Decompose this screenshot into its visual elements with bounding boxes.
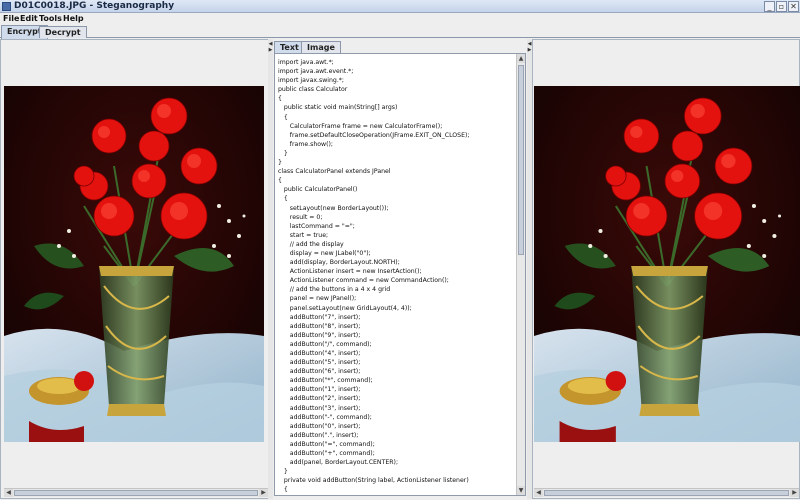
message-text-area[interactable]: import java.awt.*; import java.awt.event.… (274, 53, 526, 496)
code-line: private void addButton(String label, Act… (278, 477, 469, 485)
code-line: panel = new JPanel(); (278, 295, 357, 303)
text-vertical-scrollbar[interactable]: ▲ ▼ (516, 54, 525, 495)
code-line: addButton("=", command); (278, 440, 375, 448)
code-line: addButton(".", insert); (278, 431, 359, 439)
message-code-text[interactable]: import java.awt.*; import java.awt.event.… (278, 58, 516, 496)
menu-tools[interactable]: Tools (39, 13, 62, 25)
code-line: class CalculatorPanel extends JPanel (278, 168, 391, 176)
code-line: addButton("2", insert); (278, 395, 361, 403)
code-line: addButton("6", insert); (278, 368, 361, 376)
code-line: start = true; (278, 231, 329, 239)
maximize-button[interactable]: ▫ (776, 1, 787, 12)
code-line: addButton("*", command); (278, 377, 373, 385)
scroll-thumb[interactable] (544, 490, 789, 496)
code-line: addButton("0", insert); (278, 422, 361, 430)
code-line: import java.awt.event.*; (278, 68, 354, 76)
code-line: setLayout(new BorderLayout()); (278, 204, 389, 212)
scroll-thumb[interactable] (14, 490, 258, 496)
code-line: // add the display (278, 240, 344, 248)
code-line: { (278, 195, 288, 203)
code-line: ActionListener insert = new InsertAction… (278, 268, 422, 276)
code-line: addButton("-", command); (278, 413, 372, 421)
code-line: frame.show(); (278, 140, 334, 148)
expand-right-arrow-icon[interactable]: ▶ (268, 48, 273, 53)
rose-bouquet-photo (4, 86, 264, 442)
close-button[interactable]: ✕ (788, 1, 799, 12)
code-line: add(display, BorderLayout.NORTH); (278, 259, 400, 267)
code-line: } (278, 468, 288, 476)
code-line: addButton("3", insert); (278, 404, 361, 412)
source-image-pane: ◀ ▶ (0, 39, 270, 499)
code-line: { (278, 113, 288, 121)
menu-help[interactable]: Help (63, 13, 84, 25)
code-line: } (278, 159, 282, 167)
menu-edit[interactable]: Edit (20, 13, 38, 25)
main-tab-bar: Encrypt Decrypt (0, 25, 800, 39)
code-line: lastCommand = "="; (278, 222, 355, 230)
scroll-up-arrow-icon[interactable]: ▲ (517, 54, 525, 63)
scroll-right-arrow-icon[interactable]: ▶ (259, 489, 268, 497)
code-line: public CalculatorPanel() (278, 186, 358, 194)
scroll-down-arrow-icon[interactable]: ▼ (517, 486, 525, 495)
menu-file[interactable]: File (3, 13, 19, 25)
encoded-image-pane: ◀ ▶ (532, 39, 800, 499)
code-line: { (278, 95, 282, 103)
code-line: addButton("/", command); (278, 340, 372, 348)
code-line: addButton("1", insert); (278, 386, 361, 394)
scroll-right-arrow-icon[interactable]: ▶ (790, 489, 799, 497)
code-line: addButton("+", command); (278, 450, 375, 458)
encoded-image (534, 86, 800, 442)
code-line: addButton("7", insert); (278, 313, 361, 321)
window-title: D01C0018.JPG - Steganography (14, 1, 175, 11)
code-line: { (278, 177, 282, 185)
right-horizontal-scrollbar[interactable]: ◀ ▶ (534, 488, 799, 497)
code-line: public class Calculator (278, 86, 348, 94)
code-line: result = 0; (278, 213, 323, 221)
tab-decrypt[interactable]: Decrypt (39, 26, 87, 38)
code-line: addButton("8", insert); (278, 322, 361, 330)
code-line: } (278, 149, 288, 157)
code-line: addButton("5", insert); (278, 359, 361, 367)
tab-image[interactable]: Image (301, 41, 341, 53)
code-line: addButton("9", insert); (278, 331, 361, 339)
source-image (4, 86, 264, 442)
code-line: panel.setLayout(new GridLayout(4, 4)); (278, 304, 412, 312)
code-line: ActionListener command = new CommandActi… (278, 277, 449, 285)
menu-bar: File Edit Tools Help (0, 13, 800, 25)
rose-bouquet-photo (534, 86, 800, 442)
left-split-divider[interactable]: ◀ ▶ (268, 39, 273, 499)
code-line: import java.awt.*; (278, 59, 334, 66)
code-line: public static void main(String[] args) (278, 104, 398, 112)
scroll-left-arrow-icon[interactable]: ◀ (4, 489, 13, 497)
code-line: { (278, 486, 288, 494)
scroll-thumb[interactable] (518, 65, 524, 255)
code-line: JButton button = new JButton(label); (278, 495, 516, 496)
code-line: // add the buttons in a 4 x 4 grid (278, 286, 391, 294)
left-horizontal-scrollbar[interactable]: ◀ ▶ (4, 488, 268, 497)
scroll-left-arrow-icon[interactable]: ◀ (534, 489, 543, 497)
minimize-button[interactable]: _ (764, 1, 775, 12)
code-line: frame.setDefaultCloseOperation(JFrame.EX… (278, 131, 470, 139)
app-icon (2, 2, 11, 11)
code-line: import javax.swing.*; (278, 77, 344, 85)
code-line: addButton("4", insert); (278, 350, 361, 357)
title-bar: D01C0018.JPG - Steganography _ ▫ ✕ (0, 0, 800, 13)
code-line: display = new JLabel("0"); (278, 249, 371, 257)
code-line: CalculatorFrame frame = new CalculatorFr… (278, 122, 443, 130)
code-line: add(panel, BorderLayout.CENTER); (278, 459, 399, 467)
